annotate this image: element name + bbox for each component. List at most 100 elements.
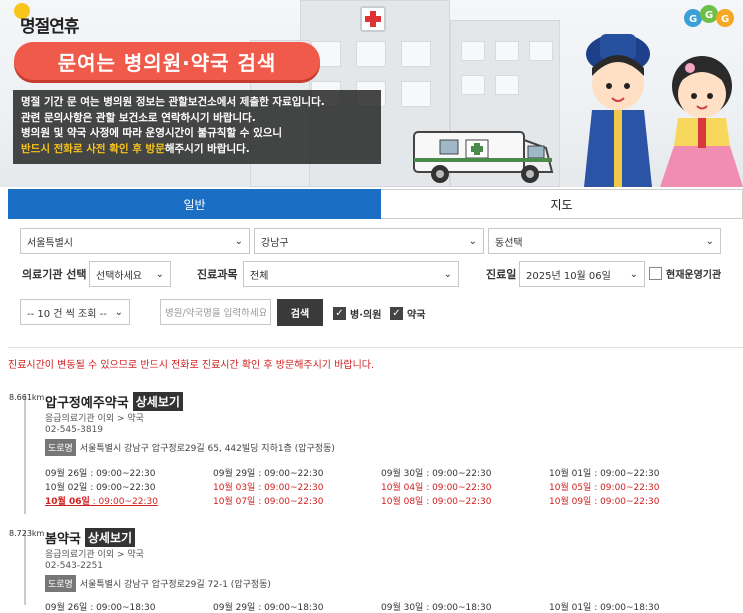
notice-line: 병의원 및 약국 사정에 따라 운영시간이 불규칙할 수 있으니 bbox=[21, 127, 283, 139]
hours-date: 09월 29일 bbox=[213, 469, 256, 479]
dong-select[interactable]: 동선택 ⌄ bbox=[488, 228, 721, 254]
chevron-down-icon: ⌄ bbox=[705, 236, 714, 247]
tab-map[interactable]: 지도 bbox=[381, 189, 743, 219]
hours-date: 10월 09일 bbox=[549, 497, 592, 507]
hours-entry: 09월 26일 : 09:00~18:30 bbox=[45, 600, 213, 613]
city-select-value: 서울특별시 bbox=[27, 237, 73, 249]
hospital-cross-icon bbox=[360, 6, 386, 32]
hours-time: : 09:00~22:30 bbox=[87, 469, 156, 479]
notice-box: 명절 기간 문 여는 병의원 정보는 관할보건소에서 제출한 자료입니다. 관련… bbox=[13, 90, 381, 164]
page-size-select[interactable]: -- 10 건 씩 조회 -- ⌄ bbox=[20, 299, 130, 325]
chevron-down-icon: ⌄ bbox=[443, 269, 452, 280]
hours-entry: 10월 03일 : 09:00~22:30 bbox=[213, 480, 381, 493]
hours-entry: 09월 30일 : 09:00~22:30 bbox=[381, 466, 549, 479]
hours-entry: 09월 26일 : 09:00~22:30 bbox=[45, 466, 213, 479]
facility-select-value: 선택하세요 bbox=[96, 270, 142, 282]
result-category: 응급의료기관 이외 > 약국 bbox=[45, 550, 144, 560]
hours-date: 10월 05일 bbox=[549, 483, 592, 493]
hours-entry: 09월 29일 : 09:00~22:30 bbox=[213, 466, 381, 479]
detail-button[interactable]: 상세보기 bbox=[84, 528, 136, 547]
hours-time: : 09:00~22:30 bbox=[423, 497, 492, 507]
tab-general[interactable]: 일반 bbox=[8, 189, 381, 219]
hours-entry: 10월 01일 : 09:00~18:30 bbox=[549, 600, 717, 613]
notice-line: 관련 문의사항은 관할 보건소로 연락하시기 바랍니다. bbox=[21, 111, 256, 124]
svg-text:G: G bbox=[689, 14, 697, 25]
search-input[interactable]: 병원/약국명을 입력하세요 bbox=[160, 299, 271, 325]
date-label: 진료일 bbox=[486, 268, 517, 281]
hours-date: 09월 26일 bbox=[45, 469, 88, 479]
warning-message: 진료시간이 변동될 수 있으므로 반드시 전화로 진료시간 확인 후 방문해주시… bbox=[8, 360, 375, 371]
chevron-down-icon: ⌄ bbox=[155, 269, 164, 280]
notice-line: 명절 기간 문 여는 병의원 정보는 관할보건소에서 제출한 자료입니다. bbox=[21, 96, 325, 108]
hours-date: 10월 03일 bbox=[213, 483, 256, 493]
hours-time: : 09:00~22:30 bbox=[423, 469, 492, 479]
search-placeholder: 병원/약국명을 입력하세요 bbox=[165, 308, 266, 319]
notice-line-rest: 해주시기 바랍니다. bbox=[164, 142, 250, 155]
hours-time: : 09:00~22:30 bbox=[87, 483, 156, 493]
result-name-text[interactable]: 봄약국 bbox=[45, 528, 81, 547]
date-select[interactable]: 2025년 10월 06일 ⌄ bbox=[519, 261, 645, 287]
result-address: 도로명 서울특별시 강남구 압구정로29길 65, 442빌딩 지하1층 (압구… bbox=[45, 439, 335, 456]
facility-label: 의료기관 선택 bbox=[22, 268, 87, 281]
open-now-option[interactable]: 현재운영기관 bbox=[649, 266, 721, 281]
svg-text:G: G bbox=[721, 14, 729, 25]
pharmacy-option[interactable]: ✓ 약국 bbox=[390, 306, 425, 321]
hours-date: 10월 01일 bbox=[549, 469, 592, 479]
hours-time: : 09:00~22:30 bbox=[89, 497, 158, 507]
result-category: 응급의료기관 이외 > 약국 bbox=[45, 414, 144, 424]
date-select-value: 2025년 10월 06일 bbox=[526, 270, 611, 282]
hours-entry: 10월 08일 : 09:00~22:30 bbox=[381, 494, 549, 507]
result-phone: 02-543-2251 bbox=[45, 561, 104, 571]
hours-date: 10월 04일 bbox=[381, 483, 424, 493]
hours-time: : 09:00~22:30 bbox=[255, 469, 324, 479]
page-size-value: -- 10 건 씩 조회 -- bbox=[27, 308, 107, 320]
result-divider-line bbox=[24, 530, 26, 605]
hours-entry: 09월 30일 : 09:00~18:30 bbox=[381, 600, 549, 613]
result-hours: 09월 26일 : 09:00~22:30 09월 29일 : 09:00~22:… bbox=[45, 466, 725, 507]
hospital-checkbox[interactable]: ✓ bbox=[333, 307, 346, 320]
city-select[interactable]: 서울특별시 ⌄ bbox=[20, 228, 250, 254]
hours-time: : 09:00~22:30 bbox=[591, 469, 660, 479]
chevron-down-icon: ⌄ bbox=[234, 236, 243, 247]
result-hours: 09월 26일 : 09:00~18:30 09월 29일 : 09:00~18:… bbox=[45, 600, 725, 613]
detail-button[interactable]: 상세보기 bbox=[132, 392, 183, 411]
hours-time: : 09:00~22:30 bbox=[591, 483, 660, 493]
result-name: 봄약국 상세보기 bbox=[45, 528, 136, 547]
result-name-text[interactable]: 압구정예주약국 bbox=[45, 392, 129, 411]
hours-entry: 10월 02일 : 09:00~22:30 bbox=[45, 480, 213, 493]
result-distance: 8.723km bbox=[9, 529, 45, 538]
hospital-option[interactable]: ✓ 병·의원 bbox=[333, 306, 381, 321]
department-label: 진료과목 bbox=[197, 268, 238, 281]
boy-character-illustration bbox=[584, 34, 652, 187]
page-title: 문여는 병의원·약국 검색 bbox=[14, 42, 320, 80]
hours-entry: 10월 05일 : 09:00~22:30 bbox=[549, 480, 717, 493]
holiday-logo: 명절연휴 bbox=[20, 17, 80, 37]
hours-time: : 09:00~22:30 bbox=[423, 483, 492, 493]
open-now-checkbox[interactable] bbox=[649, 267, 662, 280]
hours-entry: 10월 01일 : 09:00~22:30 bbox=[549, 466, 717, 479]
notice-highlight: 반드시 전화로 사전 확인 후 방문 bbox=[21, 142, 165, 155]
hospital-label: 병·의원 bbox=[350, 310, 382, 321]
open-now-label: 현재운영기관 bbox=[666, 270, 722, 281]
hours-date: 10월 06일 bbox=[45, 497, 90, 507]
hours-entry: 10월 07일 : 09:00~22:30 bbox=[213, 494, 381, 507]
result-address: 도로명 서울특별시 강남구 압구정로29길 72-1 (압구정동) bbox=[45, 575, 271, 592]
department-select[interactable]: 전체 ⌄ bbox=[243, 261, 459, 287]
result-divider-line bbox=[24, 394, 26, 514]
hours-date: 09월 30일 bbox=[381, 469, 424, 479]
divider bbox=[8, 347, 743, 348]
svg-text:G: G bbox=[705, 10, 713, 21]
hero-banner: 명절연휴 문여는 병의원·약국 검색 명절 기간 문 여는 병의원 정보는 관할… bbox=[0, 0, 743, 187]
search-button[interactable]: 검색 bbox=[277, 299, 323, 326]
hours-date: 10월 07일 bbox=[213, 497, 256, 507]
site-logo-icon: G G G bbox=[684, 5, 734, 27]
hours-date: 10월 08일 bbox=[381, 497, 424, 507]
result-address-text: 서울특별시 강남구 압구정로29길 65, 442빌딩 지하1층 (압구정동) bbox=[79, 444, 335, 454]
hours-time: : 09:00~22:30 bbox=[255, 483, 324, 493]
road-badge: 도로명 bbox=[45, 575, 76, 592]
district-select[interactable]: 강남구 ⌄ bbox=[254, 228, 484, 254]
dong-select-value: 동선택 bbox=[495, 237, 523, 249]
pharmacy-checkbox[interactable]: ✓ bbox=[390, 307, 403, 320]
facility-select[interactable]: 선택하세요 ⌄ bbox=[89, 261, 171, 287]
ambulance-illustration bbox=[413, 131, 554, 183]
